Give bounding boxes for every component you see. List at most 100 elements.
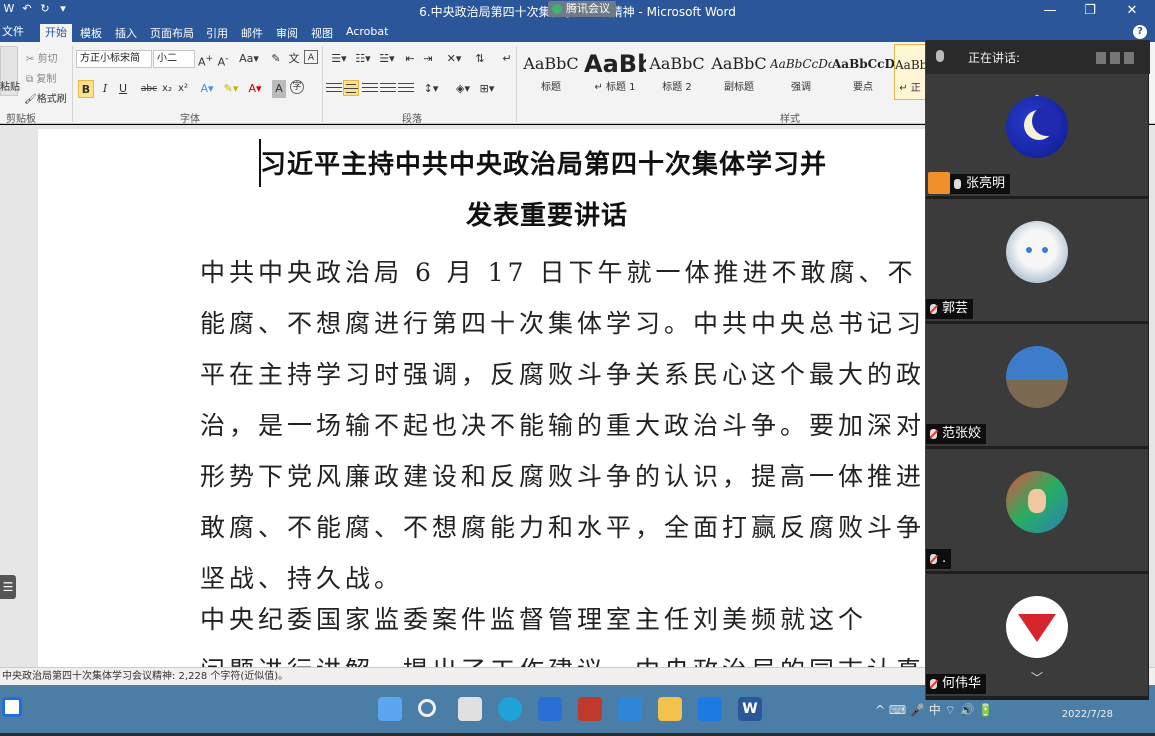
increase-indent-icon[interactable]: ⇥ — [420, 50, 436, 68]
style-sample: AaBb — [584, 50, 646, 78]
style-sample: AaBb — [895, 58, 925, 72]
style-name: 要点 — [853, 82, 873, 93]
participant-tile[interactable]: 郭芸 — [926, 199, 1148, 323]
restore-button[interactable]: ❐ — [1073, 0, 1107, 22]
tab-view[interactable]: 视图 — [311, 25, 333, 41]
style-heading-2[interactable]: AaBbC 标题 2 — [646, 44, 708, 100]
multilevel-list-icon[interactable]: ☱▾ — [376, 50, 398, 68]
help-icon[interactable]: ? — [1133, 25, 1147, 39]
decrease-indent-icon[interactable]: ⇤ — [402, 50, 418, 68]
participant-tile[interactable]: 范张姣 — [926, 324, 1148, 448]
underline-button[interactable]: U — [116, 80, 130, 98]
font-name-select[interactable]: 方正小标宋简 — [76, 50, 152, 68]
strikethrough-button[interactable]: abc — [138, 80, 160, 98]
participant-tile[interactable]: ︿ 张亮明 — [926, 74, 1148, 198]
paragraph-line: 治，是一场输不起也决不能输的重大政治斗争。要加深对新 — [200, 411, 938, 440]
borders-icon[interactable]: ⊞▾ — [476, 80, 498, 98]
italic-button[interactable]: I — [98, 80, 112, 98]
style-strong[interactable]: AaBbCcD 要点 — [832, 44, 894, 100]
sort-icon[interactable]: ⇅ — [472, 50, 488, 68]
participant-name: 范张姣 — [926, 424, 987, 444]
tab-acrobat[interactable]: Acrobat — [346, 25, 388, 38]
minimize-button[interactable]: — — [1033, 0, 1067, 22]
chinese-layout-icon[interactable]: ✕▾ — [444, 50, 464, 68]
start-icon[interactable] — [2, 697, 22, 717]
file-explorer-icon[interactable] — [658, 697, 682, 721]
mic-icon — [936, 50, 944, 62]
style-emphasis[interactable]: AaBbCcDo 强调 — [770, 44, 832, 100]
char-border-icon[interactable]: A — [304, 50, 318, 64]
style-title[interactable]: AaBbC 标题 — [520, 44, 582, 100]
style-heading-1[interactable]: AaBb ↵ 标题 1 — [584, 44, 646, 100]
style-name: 强调 — [791, 82, 811, 93]
line-spacing-icon[interactable]: ↕▾ — [420, 80, 442, 98]
clock-date: 2022/7/28 — [1061, 709, 1113, 720]
widgets-icon[interactable] — [378, 697, 402, 721]
paragraph-line: 能腐、不想腐进行第四十次集体学习。中共中央总书记习近 — [200, 309, 938, 338]
align-center-icon[interactable] — [343, 80, 359, 96]
moon-avatar — [1006, 96, 1068, 158]
participant-tile[interactable]: ﹀ 何伟华 — [926, 574, 1148, 698]
child-photo-avatar — [1006, 471, 1068, 533]
highlight-icon[interactable]: ✎▾ — [222, 80, 240, 98]
task-view-icon[interactable] — [458, 697, 482, 721]
tab-template[interactable]: 模板 — [80, 25, 102, 41]
superscript-button[interactable]: x² — [176, 80, 190, 98]
cat-eye — [1042, 247, 1048, 253]
store-icon[interactable] — [538, 697, 562, 721]
tencent-meeting-badge[interactable]: 腾讯会议 — [548, 1, 616, 17]
tab-references[interactable]: 引用 — [206, 25, 228, 41]
tab-home[interactable]: 开始 — [40, 24, 72, 42]
tab-insert[interactable]: 插入 — [115, 25, 137, 41]
format-painter-button[interactable]: 🖌格式刷 — [24, 90, 67, 105]
change-case-icon[interactable]: Aa▾ — [238, 50, 260, 68]
scroll-down-icon[interactable]: ﹀ — [1026, 670, 1048, 686]
grow-font-icon[interactable]: A+ — [198, 50, 213, 69]
distribute-icon[interactable] — [398, 80, 414, 96]
style-subtitle[interactable]: AaBbC 副标题 — [708, 44, 770, 100]
phonetic-guide-icon[interactable]: 文 — [286, 50, 302, 68]
cut-button[interactable]: ✂ 剪切 — [26, 50, 58, 65]
numbering-icon[interactable]: ☷▾ — [352, 50, 374, 68]
meeting-badge-label: 腾讯会议 — [566, 2, 610, 15]
document-page[interactable]: 习近平主持中共中央政治局第四十次集体学习并 发表重要讲话 中共中央政治局 6 月… — [38, 129, 938, 674]
participant-name: 张亮明 — [950, 174, 1011, 194]
bullets-icon[interactable]: ☰▾ — [328, 50, 350, 68]
participant-tile[interactable]: . — [926, 449, 1148, 573]
word-taskbar-icon[interactable]: W — [738, 697, 762, 721]
tab-file[interactable]: 文件 — [0, 22, 28, 42]
justify-icon[interactable] — [380, 80, 396, 96]
edge-icon[interactable] — [498, 697, 522, 721]
tab-review[interactable]: 审阅 — [276, 25, 298, 41]
system-tray[interactable]: ^ ⌨ 🎤 中 ⌔ 🔊 🔋 — [875, 701, 993, 718]
subscript-button[interactable]: x₂ — [160, 80, 174, 98]
word-title-bar: W ↶ ↻ ▾ 6.中央政治局第四十次集体学习会议精神 - Microsoft … — [0, 0, 1155, 22]
ribbon-divider — [322, 46, 323, 122]
font-size-select[interactable]: 小二 — [153, 50, 195, 68]
paste-button[interactable]: 粘贴 — [0, 78, 20, 93]
style-normal[interactable]: AaBb ↵ 正 — [894, 44, 926, 100]
copy-button[interactable]: ⧉ 复制 — [26, 70, 56, 85]
paragraph-line: 敢腐、不能腐、不想腐能力和水平，全面打赢反腐败斗争攻 — [200, 513, 938, 542]
search-icon[interactable] — [418, 699, 436, 717]
show-marks-icon[interactable]: ↵ — [500, 50, 514, 68]
text-effects-icon[interactable]: A▾ — [198, 80, 216, 98]
side-panel-handle[interactable]: ☰ — [0, 575, 16, 599]
enclose-char-icon[interactable]: 字 — [290, 80, 304, 94]
security-app-icon[interactable] — [578, 697, 602, 721]
feishu-icon[interactable] — [618, 697, 642, 721]
font-color-icon[interactable]: A▾ — [246, 80, 264, 98]
align-right-icon[interactable] — [362, 80, 378, 96]
format-painter-label: 格式刷 — [36, 94, 67, 105]
paragraph-line: 平在主持学习时强调，反腐败斗争关系民心这个最大的政 — [200, 360, 926, 389]
tencent-meeting-icon[interactable] — [698, 697, 722, 721]
clear-format-icon[interactable]: ✎ — [268, 50, 284, 68]
shrink-font-icon[interactable]: A- — [216, 50, 230, 69]
bold-button[interactable]: B — [78, 80, 94, 98]
tab-page-layout[interactable]: 页面布局 — [150, 25, 194, 41]
close-button[interactable]: ✕ — [1115, 0, 1149, 22]
shading-icon[interactable]: ◈▾ — [452, 80, 474, 98]
tab-mailings[interactable]: 邮件 — [241, 25, 263, 41]
char-shading-icon[interactable]: A — [272, 80, 286, 98]
align-left-icon[interactable] — [326, 80, 342, 96]
